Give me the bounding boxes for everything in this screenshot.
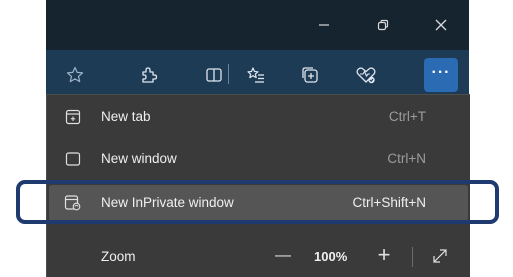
favorites-list-icon[interactable] (239, 58, 273, 92)
zoom-value: 100% (314, 249, 348, 264)
restore-icon[interactable] (366, 8, 400, 42)
settings-menu: New tab Ctrl+T New window Ctrl+N New InP… (46, 94, 470, 277)
menu-item-label: New InPrivate window (101, 195, 234, 210)
menu-item-shortcut: Ctrl+N (387, 151, 426, 166)
menu-item-new-tab[interactable]: New tab Ctrl+T (47, 97, 470, 137)
zoom-out-button[interactable]: — (268, 241, 298, 271)
collections-icon[interactable] (293, 58, 327, 92)
title-bar (46, 0, 469, 50)
new-window-icon (63, 149, 83, 169)
minimize-icon[interactable] (307, 8, 341, 42)
menu-item-new-inprivate-window[interactable]: New InPrivate window Ctrl+Shift+N (47, 183, 470, 223)
menu-item-label: New window (101, 151, 177, 166)
zoom-in-button[interactable]: + (369, 241, 399, 271)
more-ellipsis-icon[interactable]: ··· (424, 58, 458, 92)
favorite-star-icon[interactable] (58, 58, 92, 92)
menu-item-new-window[interactable]: New window Ctrl+N (47, 139, 470, 179)
new-tab-icon (63, 107, 83, 127)
menu-item-shortcut: Ctrl+Shift+N (352, 195, 426, 210)
fullscreen-icon[interactable] (425, 241, 455, 271)
menu-item-shortcut: Ctrl+T (388, 109, 426, 124)
zoom-row: Zoom — 100% + (47, 235, 470, 277)
browser-toolbar: ··· (46, 50, 469, 98)
split-screen-icon[interactable] (197, 58, 231, 92)
menu-item-label: New tab (101, 109, 151, 124)
inprivate-window-icon (63, 193, 83, 213)
zoom-separator (412, 247, 413, 267)
zoom-label: Zoom (101, 249, 136, 264)
extensions-puzzle-icon[interactable] (132, 58, 166, 92)
close-icon[interactable] (424, 8, 458, 42)
performance-heart-icon[interactable] (349, 58, 383, 92)
